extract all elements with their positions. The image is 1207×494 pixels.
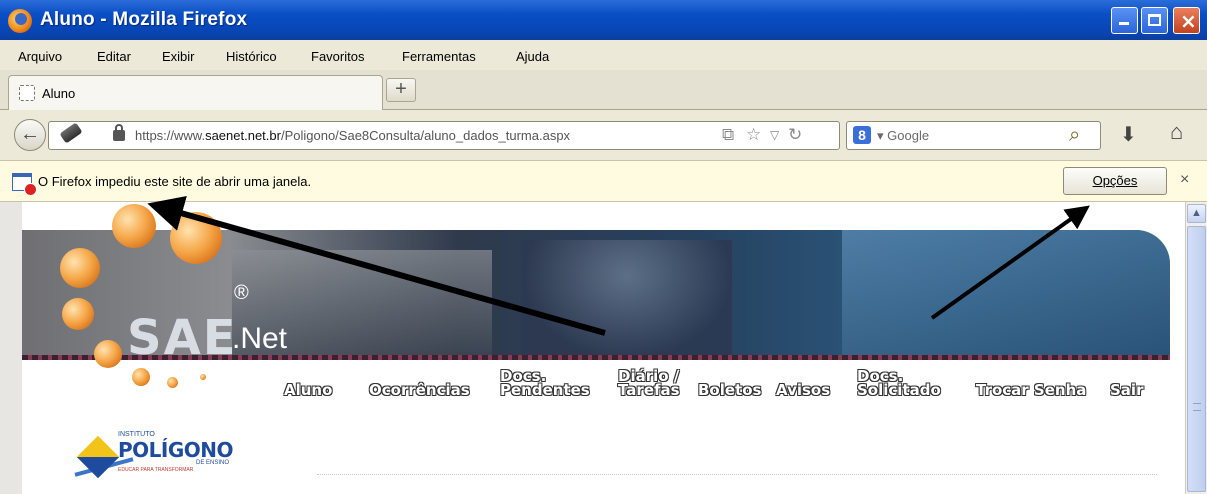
- menu-historico[interactable]: Histórico: [226, 49, 277, 64]
- search-engine-name: ▾ Google: [877, 128, 930, 143]
- nav-boletos[interactable]: Boletos: [698, 369, 761, 398]
- tab-strip: Aluno: [0, 70, 1207, 110]
- sae-logo-text: SAE: [127, 310, 238, 360]
- popup-blocked-notification: O Firefox impediu este site de abrir uma…: [0, 160, 1207, 202]
- chevron-down-icon[interactable]: ▾: [877, 128, 884, 143]
- close-notification-icon[interactable]: ×: [1180, 171, 1189, 189]
- tab-aluno[interactable]: Aluno: [8, 75, 383, 110]
- url-domain: saenet.net.br: [205, 128, 281, 143]
- nav-avisos[interactable]: Avisos: [776, 369, 830, 398]
- page-favicon-icon: [19, 85, 35, 101]
- close-window-button[interactable]: ×: [1173, 7, 1200, 34]
- menu-arquivo[interactable]: Arquivo: [18, 49, 62, 64]
- download-icon[interactable]: ⬇: [1120, 122, 1137, 147]
- chevron-up-icon: ▲: [1191, 207, 1202, 219]
- new-tab-button[interactable]: +: [386, 78, 416, 102]
- tab-label: Aluno: [42, 86, 76, 101]
- reload-icon[interactable]: ↻: [788, 125, 802, 145]
- nav-docs-solicitado[interactable]: Docs. Solicitado: [857, 369, 941, 398]
- close-icon: ×: [1180, 9, 1197, 33]
- maximize-button[interactable]: [1141, 7, 1168, 34]
- notification-text: O Firefox impediu este site de abrir uma…: [38, 174, 312, 189]
- minimize-icon: [1119, 22, 1129, 25]
- page-content: SAE .Net ® Aluno Ocorrências Docs. Penden…: [0, 202, 1185, 494]
- poligono-logo: INSTITUTO POLÍGONO DE ENSINO EDUCAR PARA…: [74, 427, 258, 482]
- nav-ocorrencias[interactable]: Ocorrências: [369, 369, 470, 398]
- orb-decoration: [94, 340, 122, 368]
- nav-sair[interactable]: Sair: [1110, 369, 1143, 398]
- history-dropdown-icon[interactable]: ▽: [770, 128, 779, 142]
- orb-decoration: [60, 248, 100, 288]
- google-engine-icon[interactable]: 8: [853, 126, 871, 144]
- firefox-logo-icon: [8, 9, 32, 33]
- sae-logo-net: .Net: [232, 322, 288, 355]
- orb-decoration: [170, 212, 222, 264]
- key-icon[interactable]: [59, 122, 83, 144]
- title-bar: Aluno - Mozilla Firefox ×: [0, 0, 1207, 40]
- search-bar[interactable]: 8 ▾ Google ⌕: [846, 121, 1101, 150]
- menu-exibir[interactable]: Exibir: [162, 49, 195, 64]
- scroll-up-button[interactable]: ▲: [1187, 204, 1206, 223]
- vertical-scrollbar[interactable]: ▲: [1185, 202, 1207, 494]
- home-icon[interactable]: ⌂: [1170, 119, 1183, 145]
- minimize-button[interactable]: [1111, 7, 1138, 34]
- maximize-icon: [1148, 14, 1161, 26]
- url-text[interactable]: https://www.saenet.net.br/Poligono/Sae8C…: [135, 128, 570, 143]
- menu-ajuda[interactable]: Ajuda: [516, 49, 549, 64]
- nav-aluno[interactable]: Aluno: [284, 369, 332, 398]
- nav-trocar-senha[interactable]: Trocar Senha: [976, 369, 1086, 398]
- search-icon[interactable]: ⌕: [1069, 124, 1080, 147]
- nav-diario-tarefas[interactable]: Diário / Tarefas: [618, 369, 680, 398]
- menu-editar[interactable]: Editar: [97, 49, 131, 64]
- scroll-thumb[interactable]: [1187, 226, 1206, 492]
- nav-docs-pendentes[interactable]: Docs. Pendentes: [500, 369, 590, 398]
- popup-blocked-icon: [12, 173, 37, 196]
- menu-favoritos[interactable]: Favoritos: [311, 49, 364, 64]
- saenet-page: SAE .Net ® Aluno Ocorrências Docs. Penden…: [22, 202, 1185, 494]
- address-bar[interactable]: https://www.saenet.net.br/Poligono/Sae8C…: [48, 121, 840, 150]
- site-nav: Aluno Ocorrências Docs. Pendentes Diário …: [22, 367, 1185, 407]
- window-title: Aluno - Mozilla Firefox: [40, 9, 248, 30]
- navigation-bar: ← https://www.saenet.net.br/Poligono/Sae…: [0, 110, 1207, 160]
- back-button[interactable]: ←: [14, 119, 46, 151]
- options-button[interactable]: Opções: [1063, 167, 1167, 195]
- registered-mark: ®: [234, 282, 249, 304]
- arrow-left-icon: ←: [20, 123, 40, 145]
- lock-icon: [113, 124, 125, 141]
- menu-ferramentas[interactable]: Ferramentas: [402, 49, 476, 64]
- reader-icon[interactable]: ⧉: [722, 125, 734, 145]
- star-bookmark-icon[interactable]: ☆: [746, 125, 761, 145]
- menu-bar: Arquivo Editar Exibir Histórico Favorito…: [0, 40, 1207, 70]
- orb-decoration: [112, 204, 156, 248]
- divider: [317, 474, 1157, 475]
- orb-decoration: [62, 298, 94, 330]
